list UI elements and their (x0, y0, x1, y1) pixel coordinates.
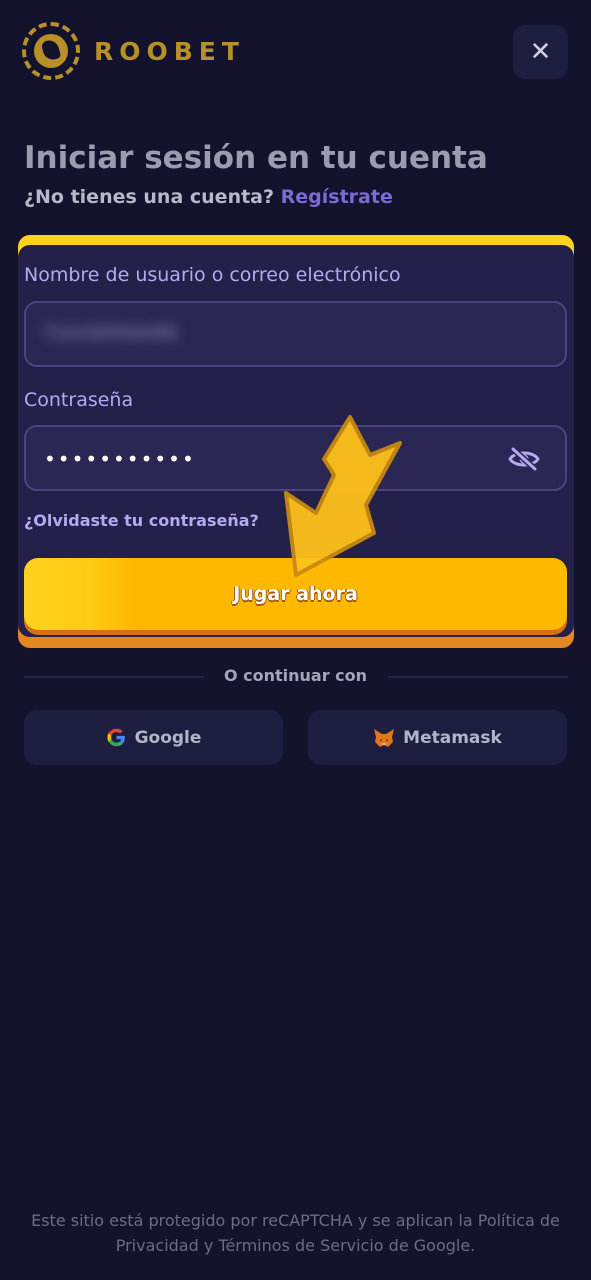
password-label: Contraseña (24, 389, 134, 411)
username-label: Nombre de usuario o correo electrónico (24, 264, 401, 286)
password-value: ••••••••••• (44, 447, 196, 471)
register-link[interactable]: Regístrate (281, 186, 393, 208)
metamask-label: Metamask (403, 727, 502, 748)
brand-name: ROOBET (94, 36, 245, 66)
divider-line-right (388, 676, 568, 678)
metamask-icon (374, 728, 395, 747)
eye-off-icon[interactable] (507, 447, 541, 471)
roobet-logo[interactable]: ROOBET (22, 22, 245, 80)
register-prompt-text: ¿No tienes una cuenta? (24, 186, 275, 208)
forgot-password-link[interactable]: ¿Olvidaste tu contraseña? (24, 511, 259, 530)
metamask-login-button[interactable]: Metamask (308, 710, 567, 765)
play-now-label: Jugar ahora (233, 583, 358, 605)
play-now-button[interactable]: Jugar ahora (24, 558, 567, 630)
roobet-logo-icon (22, 22, 80, 80)
password-input[interactable]: ••••••••••• (24, 425, 567, 491)
username-input[interactable]: TUUSERNAME (24, 301, 567, 367)
recaptcha-notice: Este sitio está protegido por reCAPTCHA … (31, 1211, 560, 1255)
close-button[interactable]: ✕ (513, 25, 568, 79)
register-prompt: ¿No tienes una cuenta? Regístrate (24, 186, 393, 208)
close-icon: ✕ (529, 37, 552, 67)
page-title: Iniciar sesión en tu cuenta (24, 140, 488, 176)
google-login-button[interactable]: Google (24, 710, 283, 765)
username-value: TUUSERNAME (44, 323, 180, 344)
google-icon (106, 728, 125, 747)
google-label: Google (134, 727, 202, 748)
